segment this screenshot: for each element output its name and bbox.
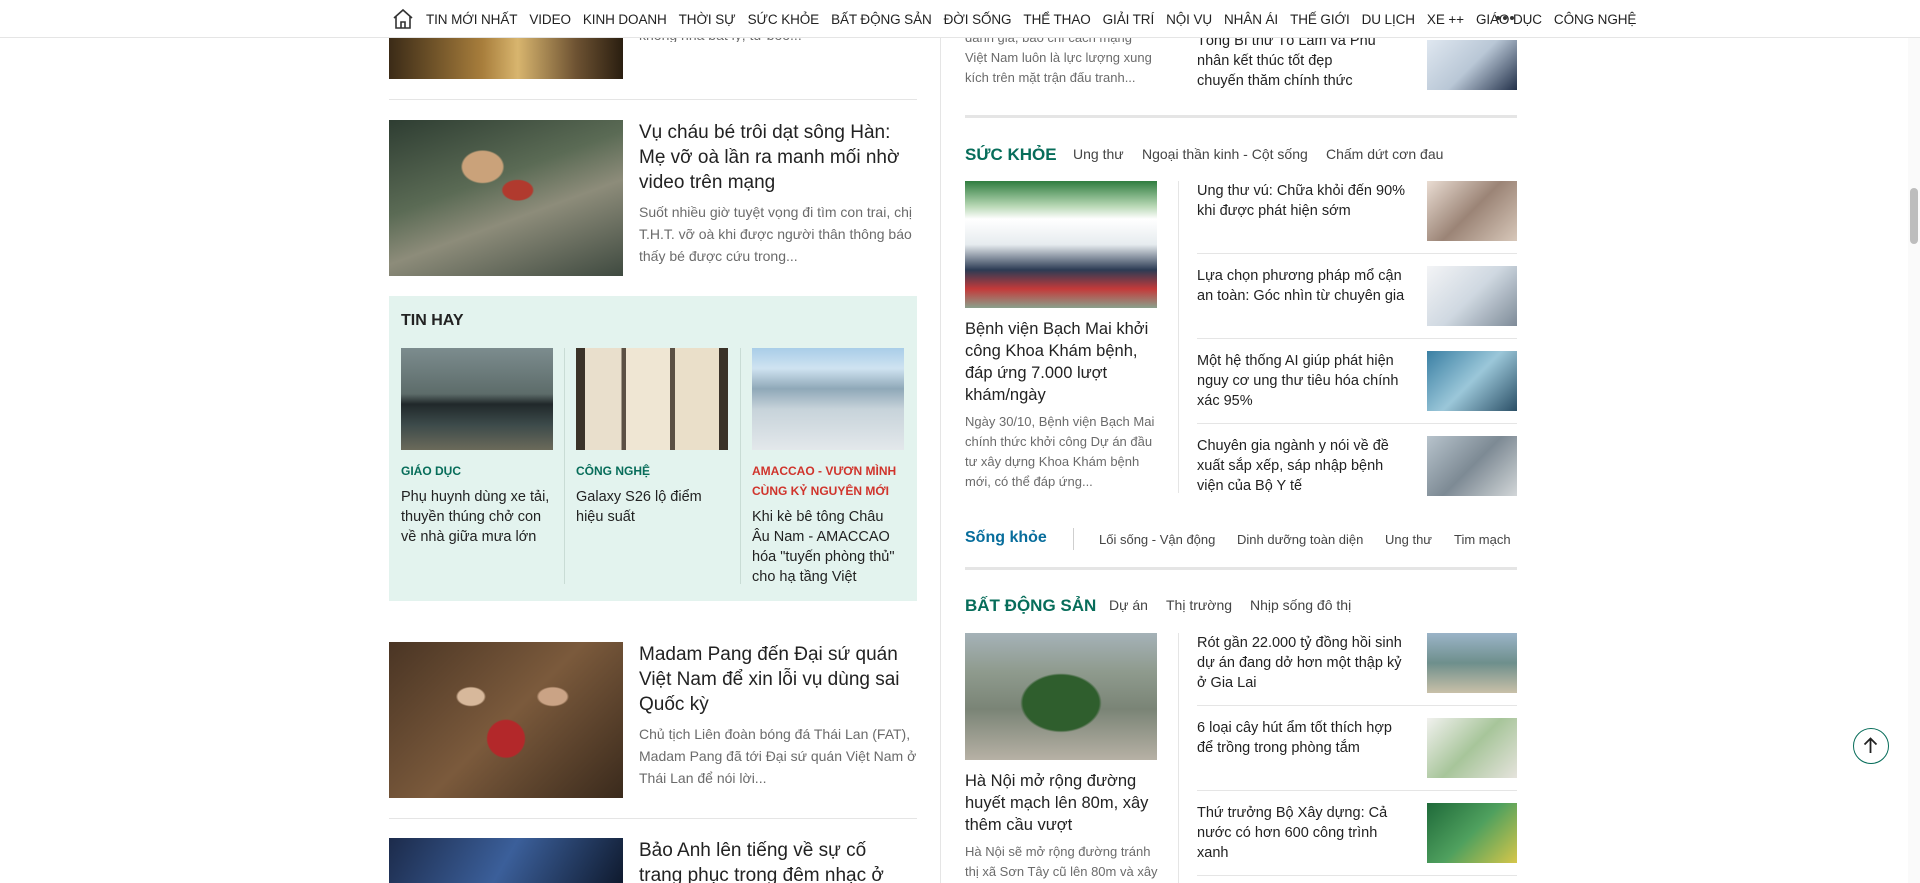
- home-icon[interactable]: [391, 7, 415, 31]
- article-thumbnail[interactable]: [389, 120, 623, 276]
- divider: [1197, 875, 1517, 876]
- subcategory-link[interactable]: Chấm dứt cơn đau: [1326, 146, 1443, 162]
- category-label[interactable]: GIÁO DỤC: [401, 461, 553, 481]
- divider: [564, 348, 565, 584]
- article-title[interactable]: Galaxy S26 lộ điểm hiệu suất: [576, 487, 728, 527]
- section-heading: TIN HAY: [401, 312, 464, 329]
- article-thumbnail[interactable]: [1427, 633, 1517, 693]
- article-summary: Suốt nhiều giờ tuyệt vọng đi tìm con tra…: [639, 204, 912, 264]
- column-divider: [940, 0, 941, 883]
- article-title[interactable]: Khi kè bê tông Châu Âu Nam - AMACCAO hóa…: [752, 507, 904, 587]
- article-title[interactable]: Thứ trưởng Bộ Xây dựng: Cả nước có hơn 6…: [1197, 803, 1412, 863]
- nav-item[interactable]: SỨC KHỎE: [748, 12, 820, 27]
- nav-item[interactable]: XE ++: [1427, 12, 1464, 27]
- arrow-up-icon: [1863, 737, 1878, 753]
- nav-item[interactable]: VIDEO: [529, 12, 571, 27]
- article-thumbnail[interactable]: [576, 348, 728, 450]
- article-title[interactable]: Madam Pang đến Đại sứ quán Việt Nam để x…: [639, 642, 909, 717]
- top-navigation: TIN MỚI NHẤT VIDEO KINH DOANH THỜI SỰ SỨ…: [0, 0, 1920, 38]
- article-thumbnail[interactable]: [401, 348, 553, 450]
- article-title[interactable]: Phụ huynh dùng xe tải, thuyền thúng chở …: [401, 487, 553, 547]
- subcategory-link[interactable]: Thị trường: [1166, 597, 1232, 613]
- tin-hay-item[interactable]: GIÁO DỤC Phụ huynh dùng xe tải, thuyền t…: [401, 348, 553, 547]
- article-title[interactable]: Tổng Bí thư Tô Lâm và Phu nhân kết thúc …: [1197, 31, 1377, 91]
- article-thumbnail[interactable]: [1427, 181, 1517, 241]
- divider: [1197, 338, 1517, 339]
- article-title[interactable]: Bảo Anh lên tiếng về sự cố trang phục tr…: [639, 838, 909, 883]
- divider: [740, 348, 741, 584]
- article-summary: Ngày 30/10, Bệnh viện Bạch Mai chính thứ…: [965, 414, 1155, 489]
- article-title[interactable]: Hà Nội mở rộng đường huyết mạch lên 80m,…: [965, 770, 1160, 836]
- tin-hay-box: TIN HAY GIÁO DỤC Phụ huynh dùng xe tải, …: [389, 296, 917, 601]
- nav-item[interactable]: NỘI VỤ: [1166, 12, 1212, 27]
- nav-item[interactable]: BẤT ĐỘNG SẢN: [831, 12, 932, 27]
- article-title[interactable]: Vụ cháu bé trôi dạt sông Hàn: Mẹ vỡ oà l…: [639, 120, 909, 195]
- article-title[interactable]: 6 loại cây hút ẩm tốt thích hợp để trồng…: [1197, 718, 1412, 758]
- article-title[interactable]: Lựa chọn phương pháp mổ cận an toàn: Góc…: [1197, 266, 1412, 306]
- subcategory-link[interactable]: Nhịp sống đô thị: [1250, 597, 1351, 613]
- article-title[interactable]: Ung thư vú: Chữa khỏi đến 90% khi được p…: [1197, 181, 1412, 221]
- article-thumbnail[interactable]: [389, 838, 623, 883]
- divider: [1197, 790, 1517, 791]
- divider: [389, 99, 917, 100]
- article-thumbnail[interactable]: [1427, 351, 1517, 411]
- nav-item[interactable]: DU LỊCH: [1362, 12, 1415, 27]
- article-thumbnail[interactable]: [965, 633, 1157, 760]
- article-summary: Chủ tịch Liên đoàn bóng đá Thái Lan (FAT…: [639, 726, 917, 786]
- article-summary: Hà Nội sẽ mở rộng đường tránh thị xã Sơn…: [965, 844, 1158, 879]
- category-label[interactable]: AMACCAO - VƯƠN MÌNH CÙNG KỶ NGUYÊN MỚI: [752, 461, 904, 501]
- article-thumbnail[interactable]: [1427, 803, 1517, 863]
- column-divider: [1178, 181, 1179, 493]
- article-thumbnail[interactable]: [965, 181, 1157, 308]
- nav-item[interactable]: THỂ THAO: [1023, 12, 1090, 27]
- section-title[interactable]: Sống khỏe: [965, 529, 1047, 547]
- scrollbar[interactable]: [1908, 0, 1920, 883]
- nav-item[interactable]: ĐỜI SỐNG: [944, 12, 1012, 27]
- subcategory-link[interactable]: Dinh dưỡng toàn diện: [1237, 532, 1363, 547]
- article-thumbnail[interactable]: [389, 38, 623, 79]
- nav-item[interactable]: TIN MỚI NHẤT: [426, 12, 517, 27]
- category-label[interactable]: CÔNG NGHỆ: [576, 461, 728, 481]
- more-dots-icon[interactable]: [1494, 10, 1516, 26]
- divider: [1197, 423, 1517, 424]
- column-divider: [1178, 633, 1179, 883]
- section-divider: [965, 115, 1517, 118]
- article-title[interactable]: Một hệ thống AI giúp phát hiện nguy cơ u…: [1197, 351, 1412, 411]
- nav-item[interactable]: NHÂN ÁI: [1224, 12, 1278, 27]
- nav-menu: TIN MỚI NHẤT VIDEO KINH DOANH THỜI SỰ SỨ…: [426, 0, 1648, 38]
- nav-item[interactable]: GIẢI TRÍ: [1103, 12, 1155, 27]
- scrollbar-thumb[interactable]: [1910, 188, 1918, 244]
- article-title[interactable]: Rót gần 22.000 tỷ đồng hồi sinh dự án đa…: [1197, 633, 1412, 693]
- divider: [1073, 528, 1074, 550]
- section-title[interactable]: BẤT ĐỘNG SẢN: [965, 596, 1096, 616]
- article-title[interactable]: Bệnh viện Bạch Mai khởi công Khoa Khám b…: [965, 318, 1160, 406]
- article-thumbnail[interactable]: [389, 642, 623, 798]
- section-divider: [965, 567, 1517, 570]
- article-title[interactable]: Chuyên gia ngành y nói về đề xuất sắp xế…: [1197, 436, 1412, 496]
- subcategory-link[interactable]: Tim mạch: [1454, 532, 1511, 547]
- article-thumbnail[interactable]: [1427, 718, 1517, 778]
- subcategory-link[interactable]: Ung thư: [1073, 146, 1124, 162]
- article-thumbnail[interactable]: [1427, 436, 1517, 496]
- article-thumbnail[interactable]: [1427, 40, 1517, 90]
- divider: [1197, 253, 1517, 254]
- divider: [389, 818, 917, 819]
- tin-hay-item[interactable]: CÔNG NGHỆ Galaxy S26 lộ điểm hiệu suất: [576, 348, 728, 527]
- nav-item[interactable]: CÔNG NGHỆ: [1554, 12, 1636, 27]
- subcategory-link[interactable]: Dự án: [1109, 597, 1148, 613]
- subcategory-link[interactable]: Ngoại thần kinh - Cột sống: [1142, 146, 1308, 162]
- article-thumbnail[interactable]: [752, 348, 904, 450]
- tin-hay-item[interactable]: AMACCAO - VƯƠN MÌNH CÙNG KỶ NGUYÊN MỚI K…: [752, 348, 904, 587]
- subcategory-link[interactable]: Ung thư: [1385, 532, 1432, 547]
- nav-item[interactable]: KINH DOANH: [583, 12, 667, 27]
- divider: [1197, 705, 1517, 706]
- scroll-to-top-button[interactable]: [1853, 728, 1889, 764]
- section-title[interactable]: SỨC KHỎE: [965, 145, 1057, 165]
- article-thumbnail[interactable]: [1427, 266, 1517, 326]
- subcategory-link[interactable]: Lối sống - Vận động: [1099, 532, 1215, 547]
- nav-item[interactable]: THỜI SỰ: [679, 12, 736, 27]
- nav-item[interactable]: THẾ GIỚI: [1290, 12, 1350, 27]
